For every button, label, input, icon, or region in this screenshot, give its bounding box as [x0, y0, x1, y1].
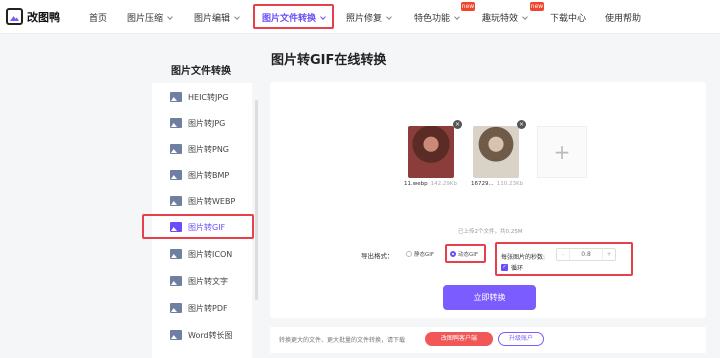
- file-thumbnail: [473, 126, 519, 178]
- image-icon: [170, 170, 182, 180]
- page-title: 图片转GIF在线转换: [271, 53, 387, 68]
- sidebar-item-png[interactable]: 图片转PNG: [152, 136, 252, 162]
- highlight-box: [445, 244, 486, 263]
- file-name: 16729...: [471, 181, 494, 187]
- file-size: 142.29Kb: [430, 181, 457, 187]
- chevron-down-icon: [454, 14, 460, 20]
- static-gif-radio[interactable]: 静态GIF: [406, 250, 434, 258]
- new-badge: new: [530, 2, 544, 11]
- image-icon: [170, 118, 182, 128]
- upload-summary: 已上传2个文件，共0.25M: [458, 229, 523, 235]
- image-icon: [170, 249, 182, 259]
- format-label: 导出格式：: [361, 252, 394, 260]
- sidebar-item-label: 图片转BMP: [188, 170, 230, 180]
- radio-icon: [406, 251, 412, 257]
- file-thumbnail: [408, 126, 454, 178]
- chevron-down-icon: [522, 14, 528, 20]
- image-icon: [170, 330, 182, 340]
- footer-text: 转换更大的文件、更大批量的文件转换，请下载: [279, 337, 406, 344]
- sidebar-item-label: HEIC转JPG: [188, 92, 229, 102]
- image-icon: [170, 276, 182, 286]
- nav-download[interactable]: 下载中心: [550, 11, 586, 24]
- sidebar-item-label: 图片转PNG: [188, 144, 230, 154]
- highlight-box: [142, 214, 254, 239]
- converter-panel: [270, 82, 706, 318]
- file-size: 110.23Kb: [496, 181, 524, 187]
- sidebar: 图片文件转换 HEIC转JPG 图片转JPG 图片转PNG 图片转BMP 图片转…: [142, 60, 260, 358]
- convert-now-button[interactable]: 立即转换: [443, 285, 536, 310]
- nav-edit-label: 图片编辑: [194, 14, 231, 24]
- sidebar-item-label: 图片转ICON: [188, 249, 233, 259]
- sidebar-item-heic-jpg[interactable]: HEIC转JPG: [152, 84, 252, 110]
- nav-home[interactable]: 首页: [89, 11, 107, 24]
- sidebar-item-bmp[interactable]: 图片转BMP: [152, 162, 252, 188]
- highlight-box: [495, 242, 633, 276]
- sidebar-item-word-long[interactable]: Word转长图: [152, 322, 252, 348]
- nav-edit[interactable]: 图片编辑: [194, 11, 240, 24]
- new-badge: new: [461, 2, 475, 11]
- sidebar-item-label: Word转长图: [188, 330, 233, 340]
- chevron-down-icon: [386, 14, 392, 20]
- sidebar-item-label: 图片转PDF: [188, 303, 228, 313]
- sidebar-item-text[interactable]: 图片转文字: [152, 268, 252, 294]
- sidebar-item-label: 图片转JPG: [188, 118, 226, 128]
- file-info: 11.webp 142.29Kb: [404, 181, 457, 187]
- image-icon: [170, 303, 182, 313]
- add-file-button[interactable]: +: [537, 126, 587, 178]
- logo-icon[interactable]: [6, 8, 23, 25]
- sidebar-title: 图片文件转换: [171, 66, 231, 77]
- close-icon[interactable]: ×: [453, 120, 462, 129]
- nav-fun[interactable]: 趣玩特效: [482, 11, 528, 24]
- file-name: 11.webp: [404, 181, 428, 187]
- nav-special[interactable]: 特色功能: [414, 11, 460, 24]
- nav-fun-label: 趣玩特效: [482, 14, 519, 24]
- sidebar-item-webp[interactable]: 图片转WEBP: [152, 188, 252, 214]
- chevron-down-icon: [234, 14, 240, 20]
- sidebar-item-icon[interactable]: 图片转ICON: [152, 241, 252, 267]
- close-icon[interactable]: ×: [517, 120, 526, 129]
- highlight-box: [253, 4, 334, 29]
- upgrade-account-button[interactable]: 升级账户: [498, 332, 544, 346]
- image-icon: [170, 196, 182, 206]
- static-gif-label: 静态GIF: [414, 252, 435, 258]
- top-navigation-bar: 改图鸭 首页 图片压缩 图片编辑 图片文件转换 照片修复 特色功能 new 趣玩…: [0, 0, 720, 34]
- client-download-button[interactable]: 改图鸭客户端: [425, 332, 493, 346]
- nav-compress-label: 图片压缩: [127, 14, 164, 24]
- sidebar-item-pdf[interactable]: 图片转PDF: [152, 295, 252, 321]
- nav-help[interactable]: 使用帮助: [605, 11, 641, 24]
- image-icon: [170, 144, 182, 154]
- nav-special-label: 特色功能: [414, 14, 451, 24]
- nav-compress[interactable]: 图片压缩: [127, 11, 173, 24]
- sidebar-item-label: 图片转文字: [188, 276, 228, 286]
- sidebar-item-jpg[interactable]: 图片转JPG: [152, 110, 252, 136]
- chevron-down-icon: [167, 14, 173, 20]
- brand-name[interactable]: 改图鸭: [27, 9, 60, 25]
- sidebar-item-label: 图片转WEBP: [188, 196, 236, 206]
- file-info: 16729... 110.23Kb: [471, 181, 523, 187]
- nav-repair[interactable]: 照片修复: [346, 11, 392, 24]
- nav-repair-label: 照片修复: [346, 14, 383, 24]
- sidebar-scrollbar[interactable]: [255, 100, 258, 300]
- image-icon: [170, 92, 182, 102]
